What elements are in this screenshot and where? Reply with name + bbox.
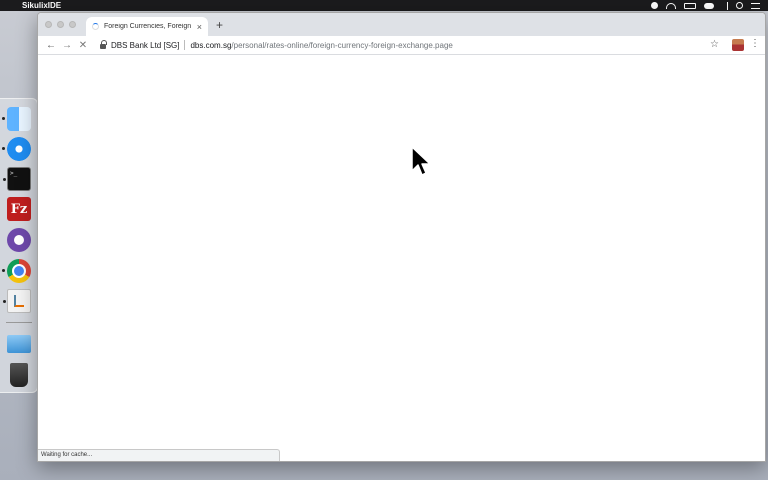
dock-separator [6, 322, 32, 323]
browser-menu-icon[interactable]: ⋮ [750, 38, 760, 49]
page-content[interactable] [38, 56, 765, 461]
chrome-icon[interactable] [2, 259, 31, 283]
certificate-name[interactable]: DBS Bank Ltd [SG] [111, 41, 179, 50]
terminal-icon[interactable]: >_ [3, 167, 31, 191]
profile-avatar[interactable] [732, 39, 744, 51]
tab-title: Foreign Currencies, Foreign Exchange [104, 23, 193, 30]
url-path[interactable]: /personal/rates-online/foreign-currency-… [231, 41, 452, 50]
close-tab-icon[interactable]: × [197, 22, 202, 32]
tab-active[interactable]: Foreign Currencies, Foreign Exchange × [86, 17, 208, 36]
dock: >_ Fz [0, 98, 38, 393]
spotlight-icon[interactable] [736, 2, 743, 9]
url-domain[interactable]: dbs.com.sg [190, 41, 231, 50]
applications-folder-icon[interactable] [7, 335, 31, 353]
running-indicator [2, 147, 5, 150]
stop-loading-button[interactable]: ✕ [75, 40, 91, 51]
forward-button[interactable]: → [59, 40, 75, 51]
running-indicator [3, 178, 6, 181]
battery-icon[interactable] [684, 2, 696, 9]
finder-icon[interactable] [2, 107, 31, 131]
status-menus [651, 1, 768, 10]
browser-toolbar: ← → ✕ DBS Bank Ltd [SG] dbs.com.sg /pers… [38, 36, 765, 55]
wifi-icon[interactable] [666, 2, 676, 9]
back-button[interactable]: ← [43, 40, 59, 51]
zoom-window-button[interactable] [69, 21, 76, 28]
trash-icon[interactable] [10, 363, 28, 387]
record-icon[interactable] [651, 2, 658, 9]
running-indicator [3, 300, 6, 303]
close-window-button[interactable] [45, 21, 52, 28]
running-indicator [2, 269, 5, 272]
menu-bar: SikulixIDE [0, 0, 768, 11]
status-bubble: Waiting for cache... [38, 449, 280, 461]
running-indicator [2, 117, 5, 120]
loading-spinner-icon [92, 23, 99, 30]
active-app-name[interactable]: SikulixIDE [22, 1, 61, 10]
cloud-icon[interactable] [704, 2, 714, 9]
browser-window: Foreign Currencies, Foreign Exchange × +… [37, 12, 766, 462]
filezilla-icon[interactable]: Fz [7, 197, 31, 221]
minimize-window-button[interactable] [57, 21, 64, 28]
github-desktop-icon[interactable] [7, 228, 31, 252]
java-icon[interactable] [3, 289, 31, 313]
bookmark-star-icon[interactable]: ☆ [710, 39, 719, 50]
omnibox-divider [184, 40, 186, 50]
lock-icon[interactable] [100, 40, 107, 49]
address-bar[interactable]: DBS Bank Ltd [SG] dbs.com.sg /personal/r… [100, 38, 730, 52]
tab-strip: Foreign Currencies, Foreign Exchange × + [38, 13, 765, 36]
control-center-icon[interactable] [751, 2, 760, 9]
new-tab-button[interactable]: + [216, 18, 223, 32]
safari-icon[interactable] [2, 137, 31, 161]
bluetooth-icon[interactable] [722, 1, 728, 10]
mouse-cursor-icon [411, 146, 431, 176]
